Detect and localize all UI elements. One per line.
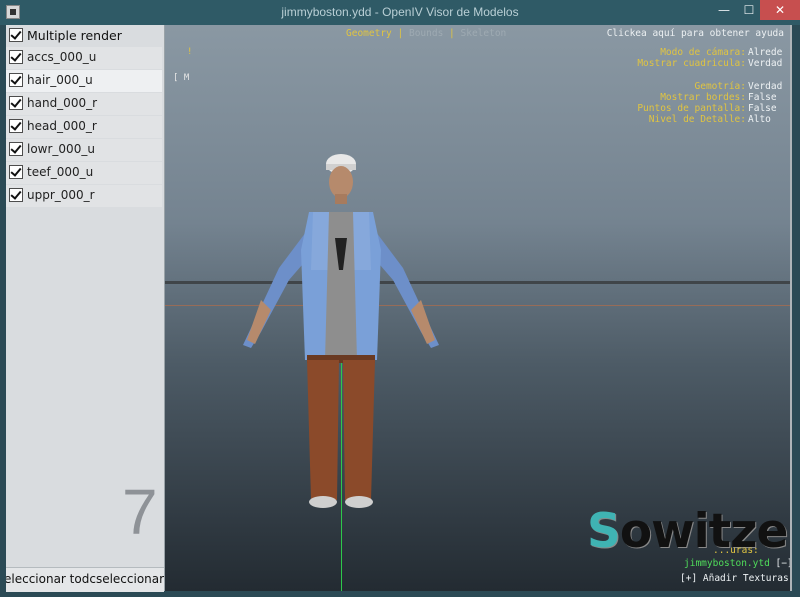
checkbox-icon[interactable]: [9, 119, 23, 133]
part-item-lowr[interactable]: lowr_000_u: [6, 139, 162, 161]
tab-separator: |: [397, 28, 404, 39]
minimize-button[interactable]: —: [712, 0, 736, 20]
part-item-hand[interactable]: hand_000_r: [6, 93, 162, 115]
tab-geometry[interactable]: Geometry: [346, 28, 392, 39]
info-key: Nivel de Detalle:: [648, 114, 746, 125]
tab-skeleton[interactable]: Skeleton: [461, 28, 507, 39]
part-item-head[interactable]: head_000_r: [6, 116, 162, 138]
info-value: Alrede: [748, 47, 783, 58]
part-label: accs_000_u: [27, 50, 97, 64]
info-key: Gemotría:: [694, 81, 746, 92]
selection-buttons: eleccionar todcseleccionar tod: [6, 567, 164, 592]
deselect-all-button[interactable]: cseleccionar tod: [89, 572, 164, 586]
texture-file-row: jimmyboston.ytd [−]: [684, 558, 790, 569]
close-button[interactable]: ✕: [760, 0, 800, 20]
part-item-accs[interactable]: accs_000_u: [6, 47, 162, 69]
sowitzer-watermark: Sowitzer: [587, 504, 792, 559]
checkbox-icon[interactable]: [9, 28, 23, 42]
select-all-button[interactable]: eleccionar tod: [6, 572, 89, 586]
part-label: hand_000_r: [27, 96, 98, 110]
part-label: uppr_000_r: [27, 188, 95, 202]
texture-file-name[interactable]: jimmyboston.ytd: [684, 558, 770, 569]
model-parts-panel: Multiple render accs_000_u hair_000_u ha…: [6, 25, 165, 592]
checkbox-icon[interactable]: [9, 142, 23, 156]
multiple-render-label: Multiple render: [27, 28, 122, 43]
info-key: Modo de cámara:: [660, 47, 746, 58]
item-count: 7: [122, 476, 158, 548]
tab-bounds[interactable]: Bounds: [409, 28, 443, 39]
maximize-button[interactable]: ☐: [738, 0, 760, 20]
help-link[interactable]: Clickea aquí para obtener ayuda: [607, 28, 784, 39]
info-key: Puntos de pantalla:: [637, 103, 746, 114]
part-label: head_000_r: [27, 119, 97, 133]
info-value: Verdad: [748, 58, 783, 69]
info-show-grid[interactable]: Mostrar cuadricula: Verdad: [490, 58, 790, 70]
part-label: hair_000_u: [27, 73, 93, 87]
add-textures-button[interactable]: [+] Añadir Texturas: [680, 573, 789, 584]
info-detail-level[interactable]: Nivel de Detalle: Alto: [490, 114, 790, 126]
part-item-hair[interactable]: hair_000_u: [6, 70, 162, 92]
remove-texture-button[interactable]: [−]: [776, 558, 790, 569]
checkbox-icon[interactable]: [9, 96, 23, 110]
info-value: False: [748, 103, 777, 114]
part-item-uppr[interactable]: uppr_000_r: [6, 185, 162, 207]
title-bar: jimmyboston.ydd - OpenIV Visor de Modelo…: [0, 0, 800, 25]
checkbox-icon[interactable]: [9, 73, 23, 87]
textures-header: ...uras:: [713, 545, 759, 556]
model-viewport[interactable]: Geometry | Bounds | Skeleton Clickea aqu…: [165, 25, 792, 591]
info-value: Verdad: [748, 81, 783, 92]
info-key: Mostrar cuadricula:: [637, 58, 746, 69]
checkbox-icon[interactable]: [9, 165, 23, 179]
info-value: Alto: [748, 114, 771, 125]
viewport-tabs: Geometry | Bounds | Skeleton: [346, 28, 506, 39]
character-model: [243, 154, 439, 508]
window-title: jimmyboston.ydd - OpenIV Visor de Modelo…: [281, 5, 519, 19]
part-item-teef[interactable]: teef_000_u: [6, 162, 162, 184]
info-key: Mostrar bordes:: [660, 92, 746, 103]
checkbox-icon[interactable]: [9, 188, 23, 202]
axis-marker: !: [187, 47, 193, 57]
tab-separator: |: [449, 28, 455, 39]
m-marker: [ M: [173, 73, 190, 83]
part-label: lowr_000_u: [27, 142, 95, 156]
multiple-render-toggle[interactable]: Multiple render: [6, 25, 162, 47]
checkbox-icon[interactable]: [9, 50, 23, 64]
part-label: teef_000_u: [27, 165, 94, 179]
info-value: False: [748, 92, 777, 103]
